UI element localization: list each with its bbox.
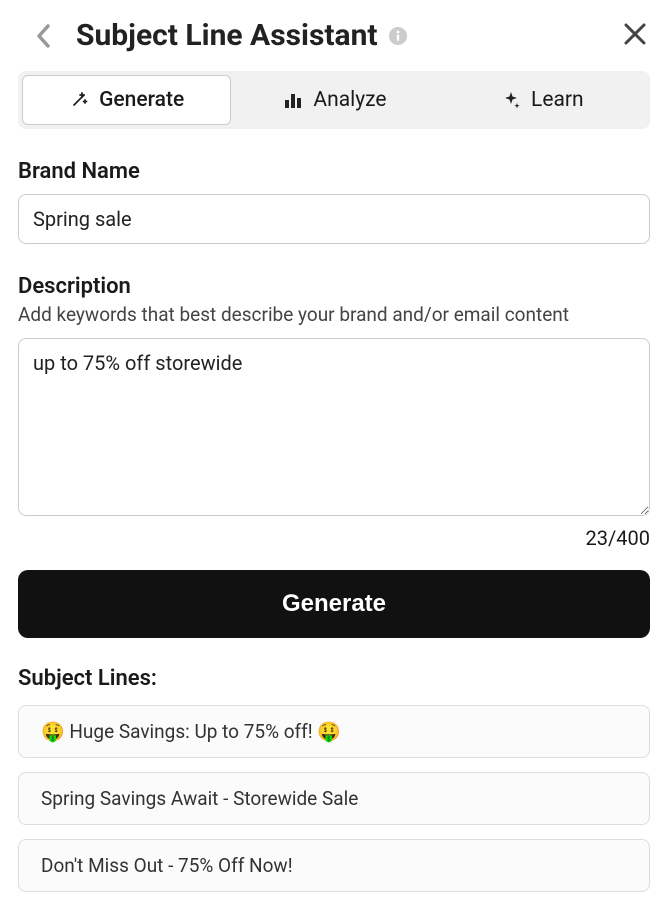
- close-button[interactable]: [622, 21, 648, 51]
- tab-learn-label: Learn: [531, 88, 584, 112]
- description-input[interactable]: [18, 338, 650, 516]
- subject-line-item[interactable]: 🤑 Huge Savings: Up to 75% off! 🤑: [18, 705, 650, 758]
- description-help-text: Add keywords that best describe your bra…: [18, 303, 650, 326]
- description-label: Description: [18, 274, 650, 299]
- back-button[interactable]: [30, 22, 58, 50]
- bar-chart-icon: [283, 90, 303, 110]
- generate-button[interactable]: Generate: [18, 570, 650, 638]
- subject-line-item[interactable]: Spring Savings Await - Storewide Sale: [18, 772, 650, 825]
- brand-name-label: Brand Name: [18, 159, 650, 184]
- brand-name-input[interactable]: [18, 194, 650, 244]
- char-counter: 23/400: [18, 526, 650, 550]
- close-icon: [622, 21, 648, 47]
- page-title: Subject Line Assistant: [76, 18, 604, 53]
- chevron-left-icon: [34, 22, 54, 50]
- form-container: Brand Name Description Add keywords that…: [0, 129, 668, 924]
- info-icon[interactable]: [388, 26, 408, 46]
- tab-analyze-label: Analyze: [313, 88, 386, 112]
- header: Subject Line Assistant: [0, 0, 668, 71]
- magic-wand-icon: [69, 90, 89, 110]
- tab-learn[interactable]: Learn: [439, 75, 646, 125]
- page-title-text: Subject Line Assistant: [76, 18, 378, 53]
- tab-generate[interactable]: Generate: [22, 75, 231, 125]
- results-label: Subject Lines:: [18, 666, 650, 691]
- sparkles-icon: [501, 90, 521, 110]
- tab-analyze[interactable]: Analyze: [231, 75, 438, 125]
- tabs: Generate Analyze Learn: [18, 71, 650, 129]
- tab-generate-label: Generate: [99, 88, 184, 112]
